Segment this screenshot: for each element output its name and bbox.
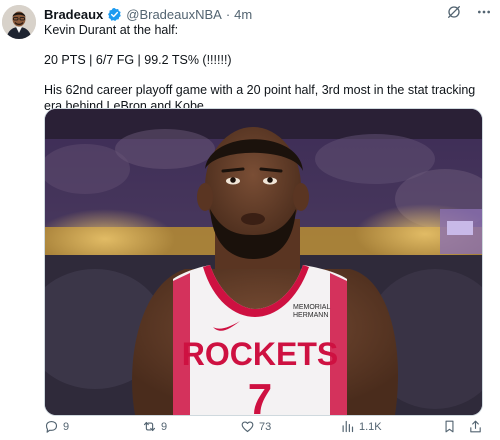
timestamp[interactable]: 4m	[234, 7, 252, 22]
like-count: 73	[259, 420, 272, 433]
tweet-action-bar: 9 9 73 1.1K	[44, 419, 484, 439]
repost-icon	[143, 421, 156, 432]
jersey-number: 7	[248, 375, 272, 415]
views-count: 1.1K	[359, 420, 382, 433]
tweet-line-2: 20 PTS | 6/7 FG | 99.2 TS% (!!!!!!)	[44, 53, 232, 67]
views-icon	[342, 420, 354, 433]
bookmark-icon	[445, 420, 454, 433]
player-photo: MEMORIAL HERMANN ROCKETS 7	[45, 109, 482, 415]
user-handle[interactable]: @BradeauxNBA	[126, 7, 222, 22]
avatar[interactable]	[2, 5, 36, 39]
bookmark-button[interactable]	[442, 419, 457, 434]
share-button[interactable]	[468, 419, 483, 434]
tweet-card[interactable]: Bradeaux @BradeauxNBA · 4m Kevin Durant …	[0, 0, 500, 440]
tweet-text: Kevin Durant at the half: 20 PTS | 6/7 F…	[44, 22, 484, 114]
jersey-team-name: ROCKETS	[182, 336, 338, 372]
avatar-image	[2, 5, 36, 39]
like-icon	[241, 421, 254, 433]
verified-badge-icon[interactable]	[107, 7, 122, 22]
jersey-patch: MEMORIAL	[293, 304, 330, 311]
tweet-media-photo[interactable]: MEMORIAL HERMANN ROCKETS 7	[44, 108, 483, 416]
share-icon	[470, 420, 481, 433]
reply-icon	[45, 420, 58, 433]
like-button[interactable]: 73	[240, 419, 271, 434]
tweet-header: Bradeaux @BradeauxNBA · 4m	[44, 5, 252, 23]
separator-dot: ·	[225, 6, 231, 22]
grok-icon[interactable]	[446, 4, 462, 20]
svg-text:HERMANN: HERMANN	[293, 312, 328, 319]
display-name[interactable]: Bradeaux	[44, 7, 103, 22]
reply-count: 9	[63, 420, 70, 433]
repost-count: 9	[161, 420, 168, 433]
views-button[interactable]: 1.1K	[340, 419, 382, 434]
tweet-line-1: Kevin Durant at the half:	[44, 23, 179, 37]
tweet-top-actions	[446, 4, 492, 20]
more-icon[interactable]	[476, 4, 492, 20]
repost-button[interactable]: 9	[142, 419, 167, 434]
reply-button[interactable]: 9	[44, 419, 69, 434]
